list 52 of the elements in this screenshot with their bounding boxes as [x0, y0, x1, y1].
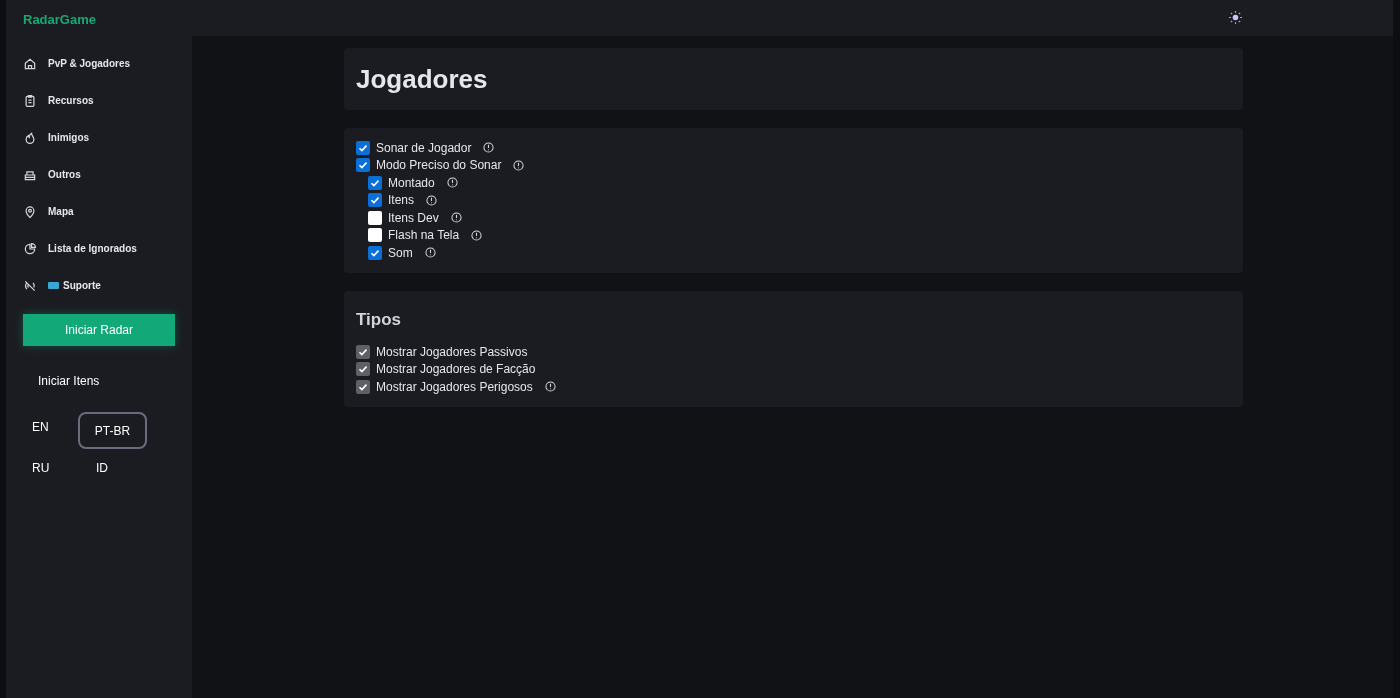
checkmark-icon: [370, 247, 380, 258]
option-label: Som: [388, 244, 413, 262]
sidebar-item[interactable]: Mapa: [6, 193, 192, 230]
info-icon[interactable]: [446, 177, 458, 189]
option-label: Mostrar Jogadores de Facção: [376, 361, 536, 379]
checkmark-icon: [358, 160, 368, 171]
no-signal-icon: [23, 278, 37, 293]
info-icon[interactable]: [471, 229, 483, 241]
pie-chart-icon: [23, 241, 37, 256]
option-label: Modo Preciso do Sonar: [376, 157, 502, 175]
option-label: Mostrar Jogadores Passivos: [376, 343, 528, 361]
sidebar-item[interactable]: Outros: [6, 156, 192, 193]
page-title: Jogadores: [356, 62, 488, 96]
option-label: Flash na Tela: [388, 227, 460, 245]
start-items-button[interactable]: Iniciar Itens: [23, 366, 115, 396]
sidebar-item[interactable]: Lista de Ignorados: [6, 230, 192, 267]
language-button[interactable]: RU: [32, 453, 80, 483]
info-icon[interactable]: [426, 194, 437, 206]
language-button[interactable]: ID: [80, 453, 150, 483]
sidebar-item[interactable]: Inimigos: [6, 119, 192, 156]
ticket-icon: [48, 282, 59, 289]
option-label: Mostrar Jogadores Perigosos: [376, 378, 533, 396]
location-pin-icon: [23, 204, 37, 219]
home-icon: [23, 56, 37, 71]
checkbox[interactable]: [356, 158, 370, 173]
sun-icon[interactable]: [1229, 11, 1242, 24]
option-label: Itens: [388, 192, 414, 210]
option-label: Montado: [388, 174, 435, 192]
section-title: Tipos: [356, 308, 403, 331]
sidebar-item[interactable]: Suporte: [6, 267, 192, 304]
option-label: Itens Dev: [388, 209, 439, 227]
checkbox[interactable]: [368, 193, 382, 208]
info-icon[interactable]: [513, 159, 525, 171]
checkmark-icon: [370, 177, 380, 188]
checkbox[interactable]: [368, 175, 382, 190]
info-icon[interactable]: [483, 142, 495, 154]
checkbox[interactable]: [368, 210, 382, 225]
option-label: Sonar de Jogador: [376, 139, 472, 157]
sidebar-item[interactable]: Recursos: [6, 82, 192, 119]
checkmark-icon: [370, 195, 380, 206]
language-button[interactable]: EN: [32, 412, 80, 442]
checkmark-icon: [358, 142, 368, 153]
language-button[interactable]: PT-BR: [78, 412, 147, 449]
flame-icon: [23, 130, 37, 145]
checkbox[interactable]: [368, 228, 382, 243]
sidebar-item[interactable]: PvP & Jogadores: [6, 45, 192, 82]
checkbox[interactable]: [368, 245, 382, 260]
info-icon[interactable]: [424, 247, 436, 259]
clipboard-icon: [23, 93, 37, 108]
checkbox[interactable]: [356, 140, 370, 155]
info-icon[interactable]: [450, 212, 462, 224]
app-title: RadarGame: [23, 11, 96, 30]
